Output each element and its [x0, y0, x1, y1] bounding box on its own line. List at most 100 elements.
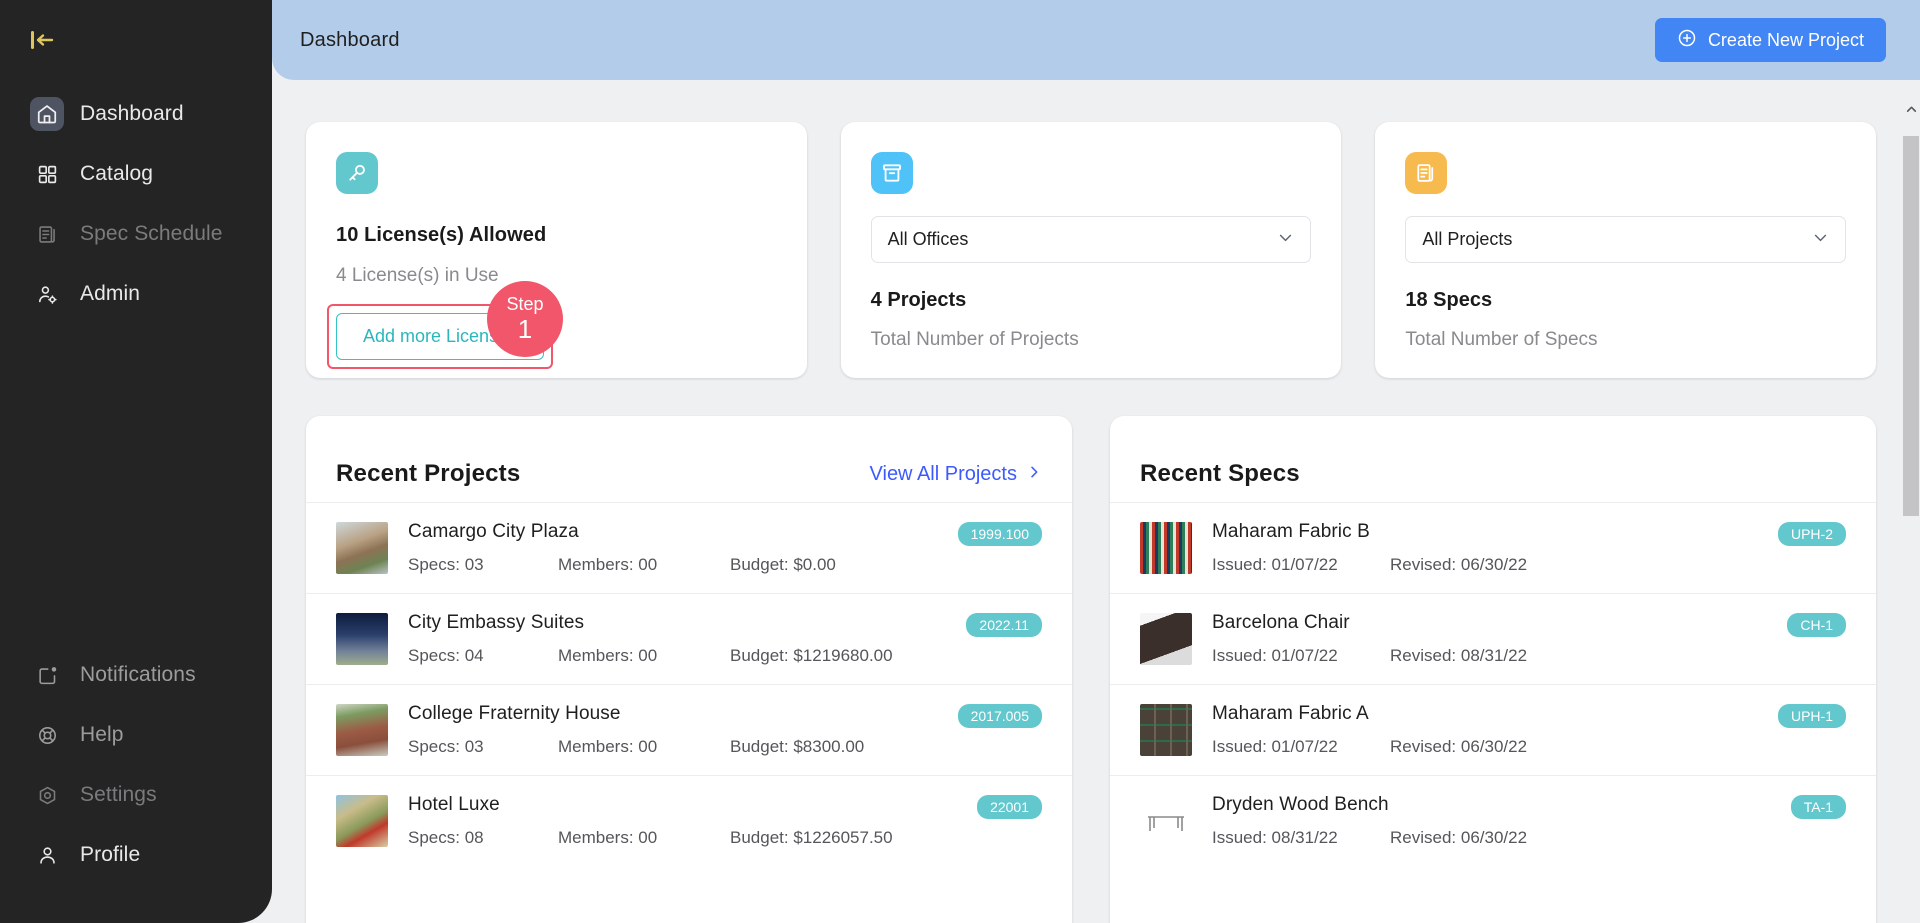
- spec-badge: UPH-2: [1777, 522, 1846, 546]
- stat-cards-row: 10 License(s) Allowed 4 License(s) in Us…: [306, 122, 1877, 378]
- license-card: 10 License(s) Allowed 4 License(s) in Us…: [306, 122, 807, 378]
- projects-count-description: Total Number of Projects: [870, 329, 1079, 350]
- user-gear-icon: [30, 277, 64, 311]
- spec-thumbnail: [1140, 704, 1192, 756]
- table-row[interactable]: City Embassy Suites Specs: 04 Members: 0…: [306, 593, 1072, 684]
- recent-projects-title: Recent Projects: [336, 460, 521, 487]
- sidebar-nav-secondary: Notifications Help Settings Profile: [0, 645, 272, 923]
- sidebar-item-settings[interactable]: Settings: [0, 765, 272, 825]
- project-members: Members: 00: [558, 646, 658, 665]
- project-specs: Specs: 04: [408, 646, 484, 665]
- projects-count: 4 Projects: [870, 289, 967, 311]
- grid-icon: [30, 157, 64, 191]
- chevron-down-icon: [1277, 229, 1294, 251]
- recent-projects-header: Recent Projects View All Projects: [306, 416, 1072, 502]
- table-row[interactable]: Maharam Fabric B Issued: 01/07/22 Revise…: [1110, 502, 1876, 593]
- sidebar-item-label: Dashboard: [80, 102, 184, 125]
- sidebar-item-admin[interactable]: Admin: [0, 264, 272, 324]
- projects-select[interactable]: All Projects: [1405, 216, 1847, 263]
- lists-row: Recent Projects View All Projects Camarg…: [306, 416, 1876, 923]
- spec-issued: Issued: 01/07/22: [1212, 646, 1338, 665]
- plus-circle-icon: [1677, 28, 1697, 53]
- row-body: Camargo City Plaza Specs: 03 Members: 00…: [408, 521, 938, 575]
- scroll-up-button[interactable]: [1902, 102, 1920, 122]
- table-row[interactable]: College Fraternity House Specs: 03 Membe…: [306, 684, 1072, 775]
- spec-revised: Revised: 06/30/22: [1390, 737, 1528, 756]
- step-number: 1: [517, 313, 533, 344]
- home-icon: [30, 97, 64, 131]
- project-thumbnail: [336, 795, 388, 847]
- spec-thumbnail: [1140, 613, 1192, 665]
- project-badge: 1999.100: [957, 522, 1042, 546]
- sidebar-item-notifications[interactable]: Notifications: [0, 645, 272, 705]
- dashboard-app: Dashboard Catalog Spec Schedule Admin No…: [0, 0, 1920, 923]
- sidebar-nav-primary: Dashboard Catalog Spec Schedule Admin: [0, 84, 272, 324]
- page-title: Dashboard: [300, 28, 400, 51]
- recent-projects-card: Recent Projects View All Projects Camarg…: [306, 416, 1072, 923]
- project-badge: 2017.005: [957, 704, 1042, 728]
- sidebar-item-label: Help: [80, 723, 124, 746]
- sidebar-item-label: Admin: [80, 282, 141, 305]
- spec-name: Barcelona Chair: [1212, 612, 1350, 633]
- recent-specs-title: Recent Specs: [1140, 460, 1300, 487]
- table-row[interactable]: Hotel Luxe Specs: 08 Members: 00 Budget:…: [306, 775, 1072, 866]
- row-body: College Fraternity House Specs: 03 Membe…: [408, 703, 938, 757]
- project-thumbnail: [336, 613, 388, 665]
- sidebar-item-catalog[interactable]: Catalog: [0, 144, 272, 204]
- view-all-projects-label: View All Projects: [869, 462, 1017, 485]
- create-new-project-label: Create New Project: [1707, 29, 1864, 50]
- list-document-icon: [30, 217, 64, 251]
- create-new-project-button[interactable]: Create New Project: [1654, 18, 1886, 62]
- view-all-projects-link[interactable]: View All Projects: [870, 463, 1042, 486]
- spec-name: Maharam Fabric B: [1212, 521, 1370, 542]
- collapse-sidebar-icon: [28, 27, 58, 58]
- document-text-icon: [1405, 152, 1448, 194]
- spec-meta: Issued: 01/07/22 Revised: 08/31/22: [1212, 646, 1767, 666]
- project-thumbnail: [336, 704, 388, 756]
- project-meta: Specs: 03 Members: 00 Budget: $0.00: [408, 555, 938, 575]
- chevron-right-icon: [1026, 463, 1042, 486]
- project-members: Members: 00: [558, 737, 658, 756]
- topbar: Dashboard Create New Project: [272, 0, 1920, 80]
- project-meta: Specs: 04 Members: 00 Budget: $1219680.0…: [408, 646, 946, 666]
- row-body: Maharam Fabric B Issued: 01/07/22 Revise…: [1212, 521, 1758, 575]
- collapse-sidebar-button[interactable]: [28, 22, 74, 62]
- projects-select-value: All Projects: [1422, 229, 1513, 249]
- spec-revised: Revised: 08/31/22: [1390, 646, 1528, 665]
- vertical-scrollbar[interactable]: [1902, 80, 1920, 923]
- spec-meta: Issued: 01/07/22 Revised: 06/30/22: [1212, 555, 1758, 575]
- project-specs: Specs: 03: [408, 555, 484, 574]
- spec-badge: UPH-1: [1777, 704, 1846, 728]
- sidebar-item-profile[interactable]: Profile: [0, 825, 272, 885]
- scrollbar-thumb[interactable]: [1903, 136, 1919, 516]
- row-body: City Embassy Suites Specs: 04 Members: 0…: [408, 612, 946, 666]
- project-name: Hotel Luxe: [408, 794, 500, 815]
- project-members: Members: 00: [558, 555, 658, 574]
- sidebar: Dashboard Catalog Spec Schedule Admin No…: [0, 0, 272, 923]
- sidebar-item-spec-schedule[interactable]: Spec Schedule: [0, 204, 272, 264]
- license-in-use-text: 4 License(s) in Use: [336, 265, 499, 286]
- row-body: Hotel Luxe Specs: 08 Members: 00 Budget:…: [408, 794, 957, 848]
- lifebuoy-icon: [30, 718, 64, 752]
- offices-select[interactable]: All Offices: [870, 216, 1312, 263]
- table-row[interactable]: Camargo City Plaza Specs: 03 Members: 00…: [306, 502, 1072, 593]
- spec-meta: Issued: 08/31/22 Revised: 06/30/22: [1212, 828, 1771, 848]
- offices-select-value: All Offices: [887, 229, 969, 249]
- recent-specs-header: Recent Specs: [1110, 416, 1876, 502]
- project-thumbnail: [336, 522, 388, 574]
- spec-issued: Issued: 01/07/22: [1212, 555, 1338, 574]
- recent-specs-card: Recent Specs Maharam Fabric B Issued: 01…: [1110, 416, 1876, 923]
- table-row[interactable]: Maharam Fabric A Issued: 01/07/22 Revise…: [1110, 684, 1876, 775]
- sidebar-item-dashboard[interactable]: Dashboard: [0, 84, 272, 144]
- row-body: Maharam Fabric A Issued: 01/07/22 Revise…: [1212, 703, 1758, 757]
- table-row[interactable]: Barcelona Chair Issued: 01/07/22 Revised…: [1110, 593, 1876, 684]
- project-specs: Specs: 08: [408, 828, 484, 847]
- spec-name: Maharam Fabric A: [1212, 703, 1369, 724]
- sidebar-item-label: Notifications: [80, 663, 196, 686]
- gear-hex-icon: [30, 778, 64, 812]
- sidebar-item-help[interactable]: Help: [0, 705, 272, 765]
- table-row[interactable]: Dryden Wood Bench Issued: 08/31/22 Revis…: [1110, 775, 1876, 866]
- project-badge: 2022.11: [966, 613, 1042, 637]
- row-body: Barcelona Chair Issued: 01/07/22 Revised…: [1212, 612, 1767, 666]
- scrollbar-track[interactable]: [1903, 128, 1919, 923]
